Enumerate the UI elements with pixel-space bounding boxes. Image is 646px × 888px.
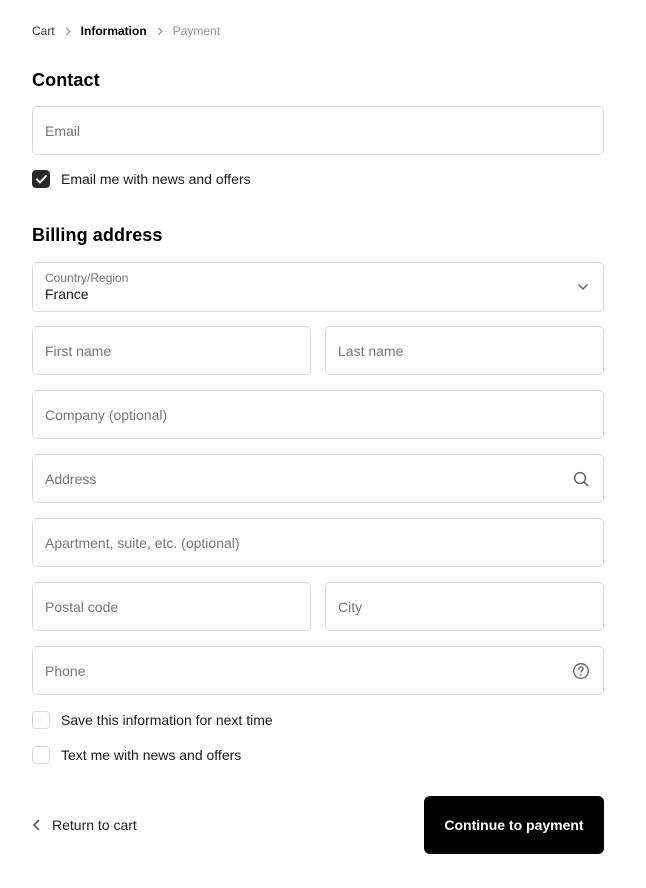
company-input[interactable] xyxy=(33,391,603,438)
country-select[interactable]: Country/Region France xyxy=(32,262,604,312)
save-info-option[interactable]: Save this information for next time xyxy=(32,711,604,729)
checkmark-icon xyxy=(36,175,47,184)
first-name-input[interactable] xyxy=(33,327,310,374)
postal-city-row xyxy=(32,582,604,646)
chevron-right-icon xyxy=(156,27,164,36)
breadcrumb-information: Information xyxy=(81,25,147,37)
return-to-cart-link[interactable]: Return to cart xyxy=(32,817,137,833)
apartment-field-wrapper xyxy=(32,518,604,567)
chevron-down-icon xyxy=(577,283,589,291)
first-name-field-wrapper xyxy=(32,326,311,375)
address-field-wrapper xyxy=(32,454,604,503)
return-to-cart-label: Return to cart xyxy=(52,817,137,833)
country-select-label: Country/Region xyxy=(45,271,567,285)
name-row xyxy=(32,326,604,390)
phone-input[interactable] xyxy=(33,647,603,694)
email-input[interactable] xyxy=(33,107,603,154)
email-newsletter-label: Email me with news and offers xyxy=(61,171,251,187)
checkout-page: Cart Information Payment Contact Email m… xyxy=(0,0,646,854)
help-circle-icon[interactable] xyxy=(572,662,590,680)
save-info-label: Save this information for next time xyxy=(61,712,273,728)
search-icon xyxy=(572,470,590,488)
contact-heading: Contact xyxy=(32,70,604,91)
postal-code-input[interactable] xyxy=(33,583,310,630)
sms-checkbox[interactable] xyxy=(32,746,50,764)
save-info-checkbox[interactable] xyxy=(32,711,50,729)
chevron-right-icon xyxy=(64,27,72,36)
email-newsletter-checkbox[interactable] xyxy=(32,170,50,188)
breadcrumb: Cart Information Payment xyxy=(32,0,604,37)
apartment-input[interactable] xyxy=(33,519,603,566)
breadcrumb-payment: Payment xyxy=(173,25,220,37)
form-footer: Return to cart Continue to payment xyxy=(32,796,604,854)
continue-to-payment-button[interactable]: Continue to payment xyxy=(424,796,604,854)
address-input[interactable] xyxy=(33,455,603,502)
billing-address-heading: Billing address xyxy=(32,225,604,246)
company-field-wrapper xyxy=(32,390,604,439)
sms-option[interactable]: Text me with news and offers xyxy=(32,746,604,764)
save-options: Save this information for next time Text… xyxy=(32,711,604,764)
city-input[interactable] xyxy=(326,583,603,630)
last-name-field-wrapper xyxy=(325,326,604,375)
breadcrumb-cart[interactable]: Cart xyxy=(32,25,55,37)
chevron-left-icon xyxy=(32,819,41,831)
last-name-input[interactable] xyxy=(326,327,603,374)
country-select-value: France xyxy=(45,285,567,303)
sms-label: Text me with news and offers xyxy=(61,747,241,763)
email-newsletter-option[interactable]: Email me with news and offers xyxy=(32,170,604,188)
postal-code-field-wrapper xyxy=(32,582,311,631)
city-field-wrapper xyxy=(325,582,604,631)
email-field-wrapper xyxy=(32,106,604,155)
phone-field-wrapper xyxy=(32,646,604,695)
